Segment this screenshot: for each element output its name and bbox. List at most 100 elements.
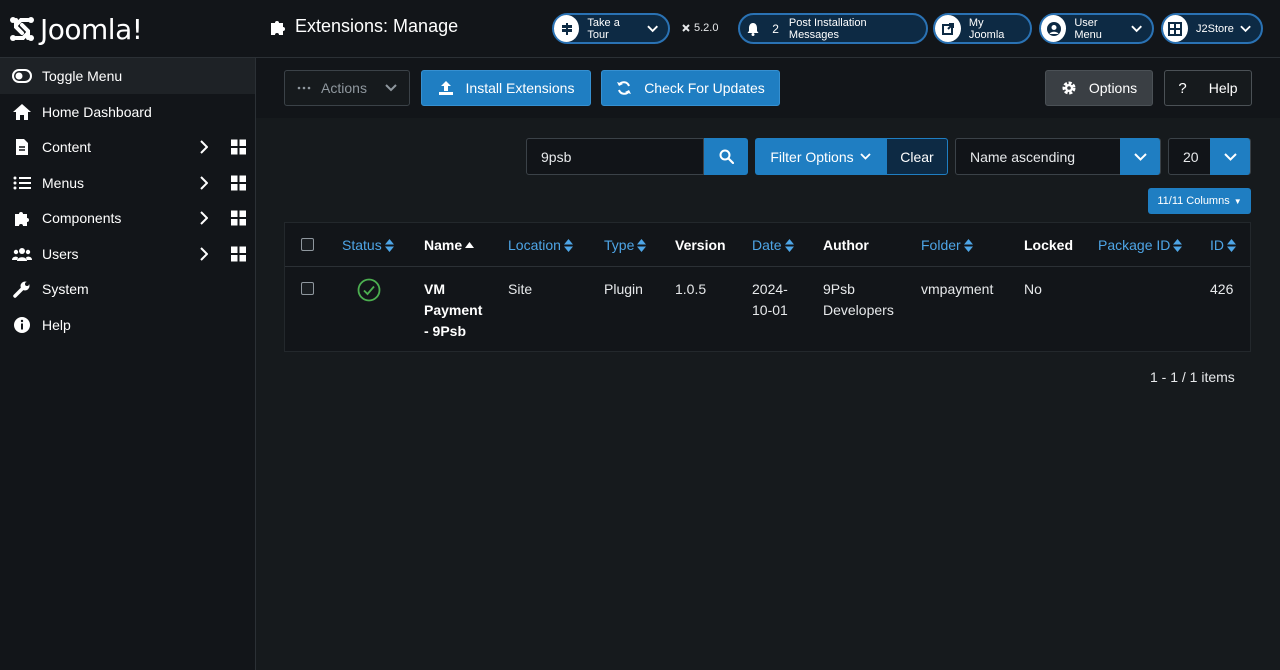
sidebar-item-help[interactable]: Help bbox=[0, 307, 255, 343]
sidebar-item-label: Menus bbox=[42, 174, 85, 191]
sidebar-item-toggle-menu[interactable]: Toggle Menu bbox=[0, 58, 255, 94]
version-text: 5.2.0 bbox=[694, 22, 719, 34]
ellipsis-icon bbox=[297, 86, 311, 90]
my-joomla-button[interactable]: My Joomla bbox=[933, 13, 1032, 44]
signpost-icon bbox=[554, 15, 580, 42]
column-header-folder[interactable]: Folder bbox=[921, 237, 973, 253]
post-installation-label: Post Installation Messages bbox=[788, 16, 867, 41]
column-header-name[interactable]: Name bbox=[424, 237, 475, 253]
cell-date: 2024- 10-01 bbox=[752, 279, 788, 321]
sort-icon bbox=[637, 238, 647, 252]
cell-author-line: 9Psb bbox=[823, 281, 855, 297]
column-header-id[interactable]: ID bbox=[1210, 237, 1236, 253]
chevron-right-icon[interactable] bbox=[200, 140, 208, 154]
post-installation-messages-button[interactable]: 2 Post Installation Messages bbox=[738, 13, 928, 44]
dashboard-grid-icon[interactable] bbox=[231, 246, 246, 262]
search-button[interactable] bbox=[704, 138, 748, 175]
sidebar-item-content[interactable]: Content bbox=[0, 130, 255, 166]
file-icon bbox=[12, 137, 32, 157]
extensions-table: Status Name Location Type Version Date A… bbox=[284, 222, 1251, 352]
take-a-tour-button[interactable]: Take a Tour bbox=[552, 13, 670, 44]
install-extensions-button[interactable]: Install Extensions bbox=[421, 70, 591, 106]
top-header: Joomla! Extensions: Manage Take a Tour 5… bbox=[0, 0, 1280, 58]
notification-count: 2 bbox=[772, 21, 779, 36]
row-checkbox[interactable] bbox=[301, 282, 314, 295]
caret-down-icon: ▼ bbox=[1233, 196, 1242, 206]
cell-date-line: 2024- bbox=[752, 281, 788, 297]
status-enabled-icon[interactable] bbox=[357, 278, 381, 302]
chevron-right-icon[interactable] bbox=[200, 211, 208, 225]
column-header-label: Name bbox=[424, 237, 463, 253]
j2store-button[interactable]: J2Store bbox=[1161, 13, 1263, 44]
dashboard-grid-icon[interactable] bbox=[231, 210, 246, 226]
column-header-version: Version bbox=[675, 237, 726, 253]
sidebar-item-label: Components bbox=[42, 210, 122, 227]
cell-type: Plugin bbox=[604, 281, 643, 297]
actions-dropdown[interactable]: Actions bbox=[284, 70, 410, 106]
user-menu-button[interactable]: User Menu bbox=[1039, 13, 1154, 44]
cell-folder: vmpayment bbox=[921, 281, 994, 297]
search-input[interactable] bbox=[526, 138, 704, 175]
sidebar-item-label: Toggle Menu bbox=[42, 68, 123, 84]
my-joomla-label: My Joomla bbox=[968, 16, 1005, 41]
chevron-right-icon[interactable] bbox=[200, 176, 208, 190]
sync-icon bbox=[617, 81, 632, 95]
sidebar-item-menus[interactable]: Menus bbox=[0, 165, 255, 201]
home-icon bbox=[12, 102, 32, 122]
bell-icon bbox=[740, 15, 766, 42]
filter-options-label: Filter Options bbox=[770, 148, 854, 165]
users-icon bbox=[12, 244, 32, 264]
chevron-down-icon bbox=[1240, 25, 1251, 32]
column-header-label: Author bbox=[823, 237, 869, 253]
cell-author-line: Developers bbox=[823, 302, 894, 318]
clear-button[interactable]: Clear bbox=[886, 138, 948, 175]
columns-label: 11/11 Columns bbox=[1157, 195, 1230, 207]
options-label: Options bbox=[1088, 80, 1138, 96]
chevron-down-icon bbox=[1131, 25, 1142, 32]
grid-box-icon bbox=[1163, 15, 1188, 42]
column-header-package-id[interactable]: Package ID bbox=[1098, 237, 1183, 253]
list-limit-select[interactable]: 20 bbox=[1168, 138, 1251, 175]
sort-icon bbox=[563, 238, 573, 252]
sidebar-item-system[interactable]: System bbox=[0, 272, 255, 308]
column-header-locked: Locked bbox=[1024, 237, 1073, 253]
column-header-label: Folder bbox=[921, 237, 961, 253]
brand-name: Joomla! bbox=[40, 12, 143, 46]
extension-name-line: - 9Psb bbox=[424, 323, 467, 339]
column-header-location[interactable]: Location bbox=[508, 237, 573, 253]
joomla-small-icon bbox=[682, 24, 690, 32]
joomla-logo-icon bbox=[10, 17, 34, 41]
table-header: Status Name Location Type Version Date A… bbox=[285, 223, 1250, 267]
sort-icon bbox=[384, 238, 394, 252]
sort-icon bbox=[1227, 238, 1236, 252]
sort-select-value: Name ascending bbox=[970, 148, 1076, 165]
column-header-label: Version bbox=[675, 237, 726, 253]
sort-select[interactable]: Name ascending bbox=[955, 138, 1161, 175]
extension-name-link[interactable]: VM Payment - 9Psb bbox=[424, 279, 494, 342]
sidebar-item-components[interactable]: Components bbox=[0, 201, 255, 237]
chevron-right-icon[interactable] bbox=[200, 247, 208, 261]
dashboard-grid-icon[interactable] bbox=[231, 139, 246, 155]
check-for-updates-button[interactable]: Check For Updates bbox=[601, 70, 780, 106]
sidebar-item-label: Content bbox=[42, 139, 92, 156]
column-header-date[interactable]: Date bbox=[752, 237, 794, 253]
column-header-type[interactable]: Type bbox=[604, 237, 647, 253]
options-button[interactable]: Options bbox=[1045, 70, 1153, 106]
user-menu-label: User Menu bbox=[1074, 16, 1102, 41]
columns-dropdown-button[interactable]: 11/11 Columns ▼ bbox=[1148, 188, 1251, 214]
column-header-label: Location bbox=[508, 237, 561, 253]
sidebar-item-users[interactable]: Users bbox=[0, 236, 255, 272]
help-label: Help bbox=[1208, 80, 1238, 96]
select-all-checkbox[interactable] bbox=[301, 238, 314, 251]
column-header-label: Locked bbox=[1024, 237, 1074, 253]
help-button[interactable]: ? Help bbox=[1164, 70, 1252, 106]
j2store-label: J2Store bbox=[1195, 22, 1234, 35]
joomla-logo[interactable]: Joomla! bbox=[8, 12, 143, 46]
dashboard-grid-icon[interactable] bbox=[231, 175, 246, 191]
column-header-status[interactable]: Status bbox=[342, 237, 394, 253]
sidebar-item-home-dashboard[interactable]: Home Dashboard bbox=[0, 94, 255, 130]
chevron-down-icon bbox=[385, 84, 397, 92]
filter-options-button[interactable]: Filter Options bbox=[755, 138, 886, 175]
install-extensions-label: Install Extensions bbox=[465, 80, 575, 96]
chevron-down-icon bbox=[1223, 152, 1237, 161]
